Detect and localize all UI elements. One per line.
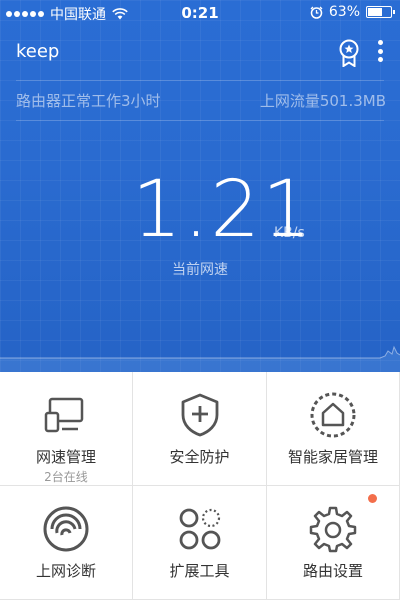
tile-label: 智能家居管理 bbox=[287, 448, 378, 466]
online-devices-count: 2台在线 bbox=[44, 470, 88, 484]
speed-history-wave bbox=[0, 345, 400, 372]
header-divider bbox=[16, 80, 384, 81]
info-divider bbox=[16, 120, 384, 121]
alarm-clock-icon bbox=[310, 6, 323, 19]
traffic-used: 上网流量501.3MB bbox=[259, 92, 386, 110]
notification-dot bbox=[368, 494, 377, 503]
speed-value: 1.21 bbox=[132, 165, 314, 255]
tile-extend-tools[interactable]: 扩展工具 bbox=[133, 486, 267, 600]
battery-icon bbox=[366, 6, 395, 18]
tile-router-settings[interactable]: 路由设置 bbox=[267, 486, 400, 600]
speed-label: 当前网速 bbox=[172, 262, 228, 278]
tile-security[interactable]: 安全防护 bbox=[133, 372, 267, 486]
shield-plus-icon bbox=[181, 393, 218, 437]
tile-smart-home[interactable]: 智能家居管理 bbox=[267, 372, 400, 486]
devices-icon bbox=[44, 397, 84, 433]
tile-label: 网速管理 bbox=[35, 448, 96, 466]
smart-home-icon bbox=[310, 392, 356, 438]
app-bar: keep bbox=[0, 26, 400, 78]
feature-grid: 网速管理 2台在线 安全防护 智能家居管理 上网诊断 扩展工具 路由设置 bbox=[0, 372, 400, 600]
router-uptime: 路由器正常工作3小时 bbox=[16, 92, 161, 110]
award-ribbon-icon[interactable] bbox=[338, 39, 360, 67]
extend-tools-icon bbox=[179, 508, 220, 550]
tile-speed-management[interactable]: 网速管理 2台在线 bbox=[0, 372, 133, 486]
battery-percent: 63% bbox=[328, 4, 360, 20]
tile-label: 扩展工具 bbox=[169, 562, 230, 580]
tile-label: 路由设置 bbox=[302, 562, 363, 580]
info-row: 路由器正常工作3小时 上网流量501.3MB bbox=[16, 90, 386, 114]
tile-label: 上网诊断 bbox=[35, 562, 96, 580]
router-name: keep bbox=[16, 41, 60, 62]
speed-unit: KB/s bbox=[274, 225, 305, 241]
status-bar: 中国联通 0:21 63% bbox=[0, 0, 400, 26]
diagnose-icon bbox=[43, 506, 89, 552]
gear-icon bbox=[309, 506, 357, 553]
more-vertical-icon[interactable] bbox=[370, 38, 390, 64]
tile-label: 安全防护 bbox=[169, 448, 230, 466]
tile-diagnosis[interactable]: 上网诊断 bbox=[0, 486, 133, 600]
speed-dashboard: 中国联通 0:21 63% keep 路由器正常工作3小时 上网流量501.3M… bbox=[0, 0, 400, 372]
